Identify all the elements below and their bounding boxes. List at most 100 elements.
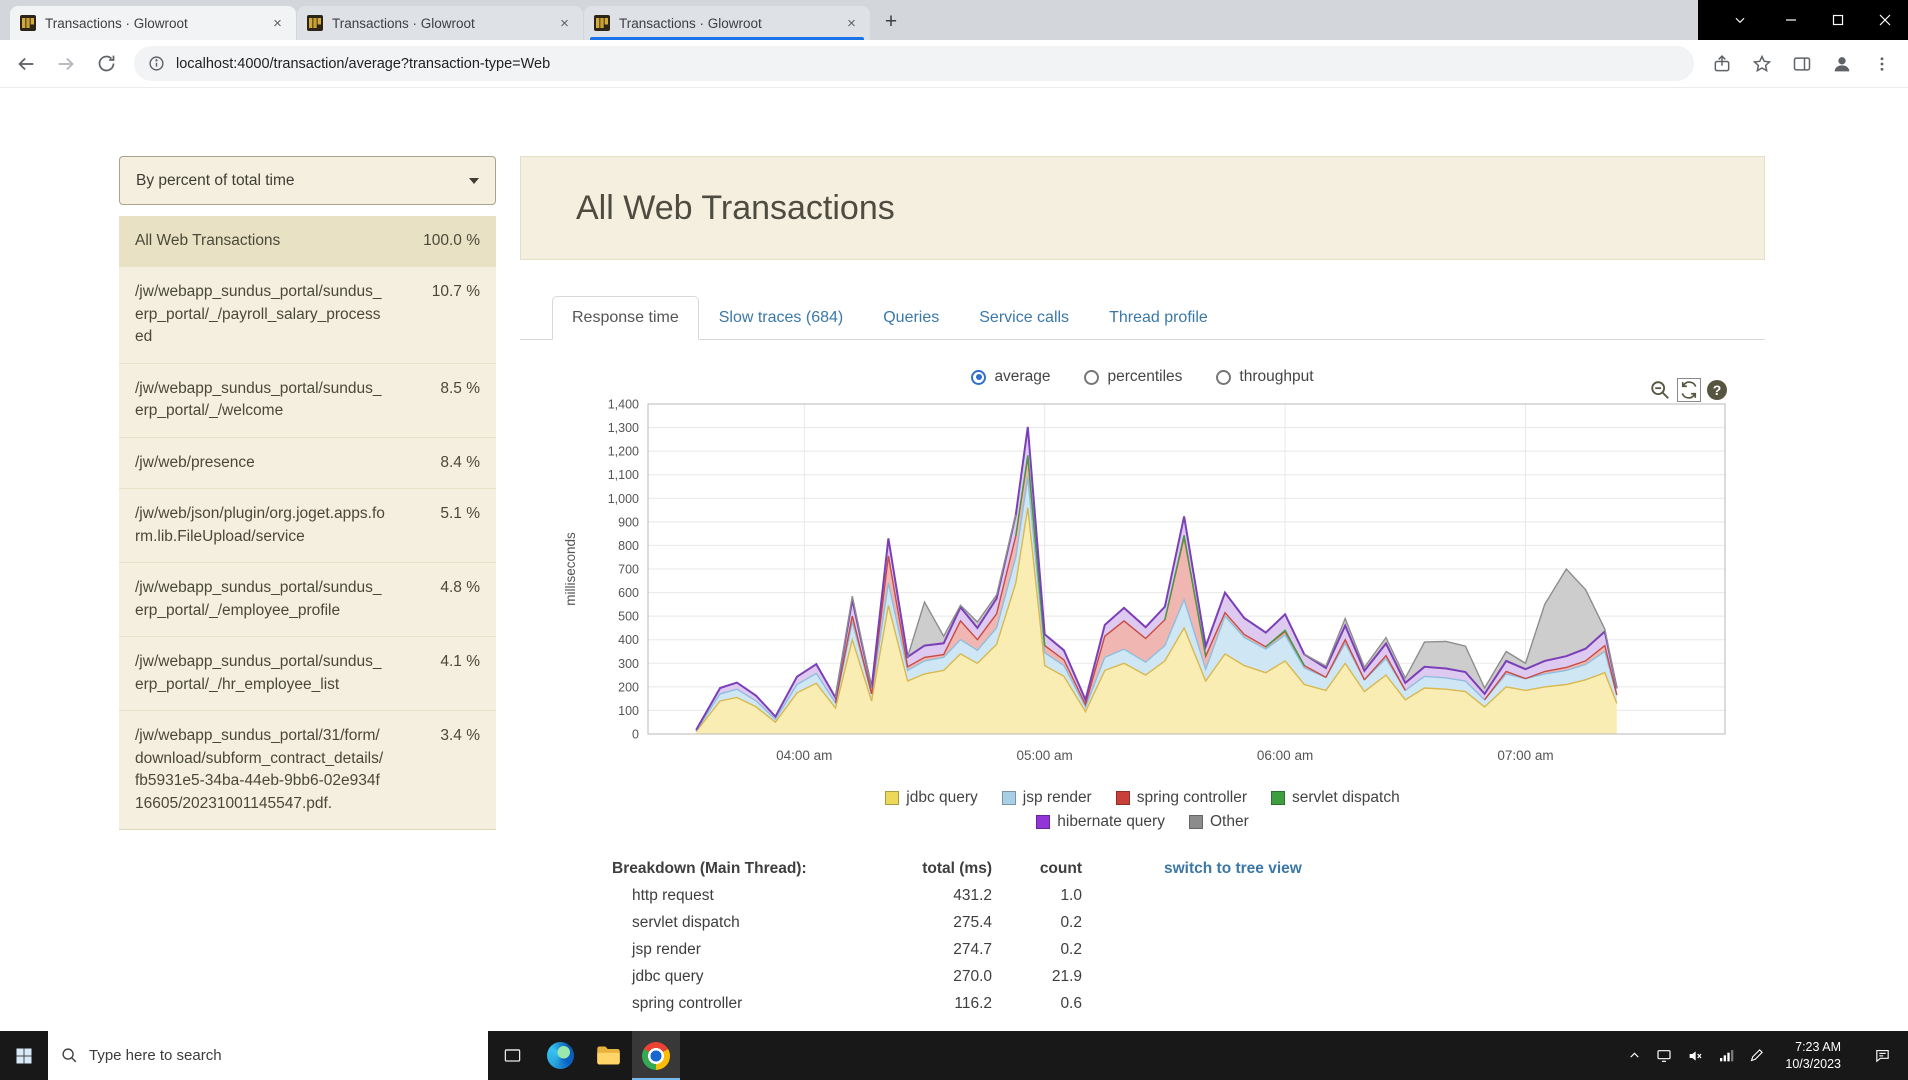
back-button[interactable] [6, 44, 46, 84]
browser-tab-1[interactable]: Transactions · Glowroot × [10, 6, 296, 40]
transaction-row[interactable]: /jw/web/json/plugin/org.joget.apps.form.… [119, 488, 496, 563]
legend-swatch [1188, 815, 1203, 829]
tab-thread-profile[interactable]: Thread profile [1089, 296, 1228, 340]
action-center-button[interactable] [1862, 1047, 1902, 1064]
tab-queries[interactable]: Queries [863, 296, 959, 340]
response-time-chart[interactable]: 0 100 200 300 400 500 600 700 800 900 1,000 1,100 1,… [520, 390, 1765, 778]
tray-display-icon[interactable] [1656, 1048, 1672, 1064]
panel-header: All Web Transactions [520, 156, 1765, 260]
breakdown-name: servlet dispatch [632, 914, 740, 931]
refresh-icon[interactable] [1677, 378, 1701, 402]
sort-dropdown-label: By percent of total time [136, 171, 295, 189]
profile-avatar[interactable] [1822, 44, 1862, 84]
chevron-down-icon [469, 177, 479, 184]
svg-text:06:00 am: 06:00 am [1257, 748, 1313, 763]
site-info-icon[interactable] [148, 55, 165, 72]
tab-title: Transactions · Glowroot [332, 15, 475, 31]
tab-close-icon[interactable]: × [556, 15, 573, 32]
reload-button[interactable] [86, 44, 126, 84]
maximize-button[interactable] [1814, 0, 1861, 40]
breakdown-section: Breakdown (Main Thread): total (ms) coun… [520, 855, 1765, 1017]
content-tabs: Response time Slow traces (684) Queries … [520, 296, 1765, 340]
forward-button[interactable] [46, 44, 86, 84]
transaction-percent: 8.5 % [440, 379, 480, 397]
address-bar[interactable]: localhost:4000/transaction/average?trans… [134, 46, 1694, 81]
sort-dropdown[interactable]: By percent of total time [119, 156, 496, 205]
legend-label: servlet dispatch [1292, 789, 1400, 806]
menu-kebab-button[interactable] [1862, 44, 1902, 84]
taskbar-clock[interactable]: 7:23 AM 10/3/2023 [1779, 1039, 1847, 1073]
svg-text:200: 200 [618, 680, 639, 694]
breakdown-name: http request [632, 887, 714, 904]
transaction-sidebar: By percent of total time All Web Transac… [119, 156, 496, 830]
transaction-row[interactable]: /jw/webapp_sundus_portal/31/form/downloa… [119, 710, 496, 829]
svg-text:900: 900 [618, 515, 639, 529]
help-icon[interactable]: ? [1707, 380, 1727, 400]
transaction-name: /jw/webapp_sundus_portal/sundus_erp_port… [135, 653, 382, 693]
tab-strip: Transactions · Glowroot × Transactions ·… [0, 0, 1908, 40]
transaction-row[interactable]: /jw/web/presence 8.4 % [119, 436, 496, 489]
transaction-percent: 100.0 % [423, 232, 480, 249]
transaction-row[interactable]: /jw/webapp_sundus_portal/sundus_erp_port… [119, 562, 496, 637]
transaction-row[interactable]: /jw/webapp_sundus_portal/sundus_erp_port… [119, 266, 496, 363]
breakdown-count: 1.0 [1060, 887, 1082, 904]
legend-hibernate-query: hibernate query [1036, 813, 1165, 831]
breakdown-row: http request 431.2 1.0 [612, 882, 1082, 909]
zoom-out-icon[interactable] [1649, 379, 1671, 401]
minimize-button[interactable] [1767, 0, 1814, 40]
tray-network-icon[interactable] [1718, 1048, 1734, 1064]
tray-volume-muted-icon[interactable] [1687, 1048, 1703, 1064]
start-button[interactable] [0, 1031, 48, 1080]
chart-mode-radios: average percentiles throughput [520, 368, 1765, 386]
svg-text:500: 500 [618, 610, 639, 624]
chart-legend: jdbc query jsp render spring controller … [520, 789, 1765, 831]
radio-percentiles[interactable]: percentiles [1084, 368, 1182, 386]
file-explorer-taskbar-icon[interactable] [584, 1031, 632, 1080]
breakdown-name: spring controller [632, 995, 743, 1012]
tray-pen-icon[interactable] [1749, 1048, 1764, 1063]
browser-tab-3[interactable]: Transactions · Glowroot × [584, 6, 870, 40]
tab-active-indicator [590, 37, 864, 40]
chart-area: ? 0 100 200 300 400 500 600 700 800 900 1,000 1,100… [520, 378, 1765, 831]
search-input[interactable] [89, 1047, 475, 1064]
browser-tab-2[interactable]: Transactions · Glowroot × [297, 6, 583, 40]
url-text[interactable]: localhost:4000/transaction/average?trans… [176, 56, 550, 72]
legend-row-2: hibernate query Other [520, 813, 1765, 831]
chrome-taskbar-icon[interactable] [632, 1031, 680, 1080]
transaction-percent: 3.4 % [440, 727, 480, 745]
task-view-button[interactable] [488, 1031, 536, 1080]
transaction-row-all[interactable]: All Web Transactions 100.0 % [119, 216, 496, 267]
new-tab-button[interactable]: + [877, 8, 905, 36]
transaction-row[interactable]: /jw/webapp_sundus_portal/sundus_erp_port… [119, 636, 496, 711]
share-button[interactable] [1702, 44, 1742, 84]
legend-swatch [1115, 791, 1130, 805]
side-panel-button[interactable] [1782, 44, 1822, 84]
radio-throughput[interactable]: throughput [1216, 368, 1314, 386]
svg-text:0: 0 [632, 728, 639, 742]
transaction-row[interactable]: /jw/webapp_sundus_portal/sundus_erp_port… [119, 362, 496, 437]
tab-close-icon[interactable]: × [843, 15, 860, 32]
switch-to-tree-view-link[interactable]: switch to tree view [1164, 855, 1302, 1017]
transaction-percent: 8.4 % [440, 453, 480, 471]
legend-swatch [1036, 815, 1051, 829]
legend-label: spring controller [1136, 789, 1248, 806]
svg-text:1,200: 1,200 [608, 445, 639, 459]
tab-response-time[interactable]: Response time [552, 296, 699, 340]
close-window-button[interactable] [1861, 0, 1908, 40]
svg-text:700: 700 [618, 563, 639, 577]
tab-slow-traces[interactable]: Slow traces (684) [699, 296, 864, 340]
bookmark-star-button[interactable] [1742, 44, 1782, 84]
taskbar-search[interactable] [48, 1031, 488, 1080]
tab-title: Transactions · Glowroot [619, 15, 762, 31]
edge-taskbar-icon[interactable] [536, 1031, 584, 1080]
transaction-name: /jw/webapp_sundus_portal/31/form/downloa… [135, 727, 384, 812]
transaction-name: All Web Transactions [135, 232, 281, 249]
svg-text:400: 400 [618, 633, 639, 647]
radio-average[interactable]: average [971, 368, 1050, 386]
tab-service-calls[interactable]: Service calls [959, 296, 1089, 340]
tab-close-icon[interactable]: × [269, 15, 286, 32]
tray-chevron-up-icon[interactable] [1628, 1049, 1641, 1062]
breakdown-total: 274.7 [953, 941, 992, 958]
tab-search-chevron-icon[interactable] [1721, 0, 1759, 40]
radio-icon [1084, 369, 1100, 385]
